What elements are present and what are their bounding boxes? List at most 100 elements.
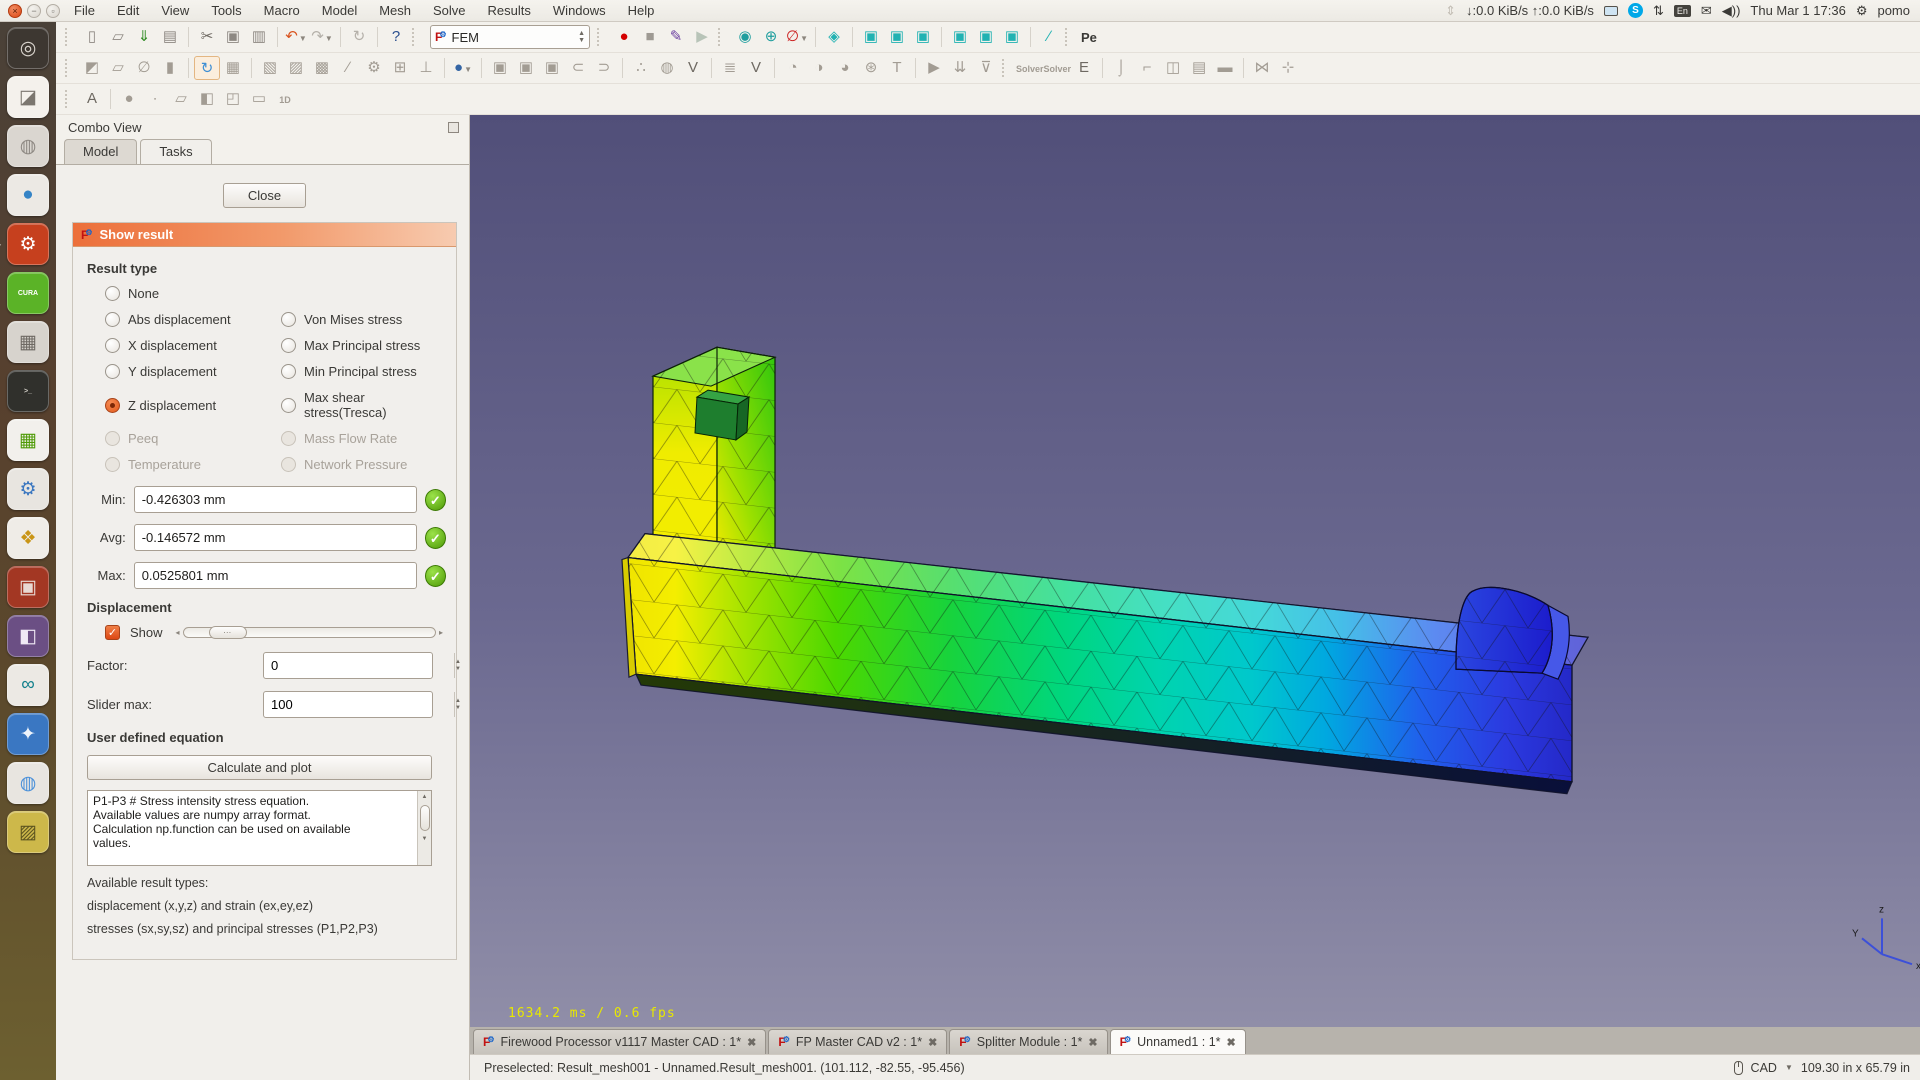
radio-min-principal[interactable]: Min Principal stress — [281, 364, 446, 379]
mouse-nav-icon[interactable] — [1734, 1061, 1743, 1075]
tab-close-icon[interactable]: ✖ — [928, 1036, 937, 1049]
window-maximize-icon[interactable]: ▫ — [46, 4, 60, 18]
tab-close-icon[interactable]: ✖ — [1088, 1036, 1097, 1049]
radio-z-displacement[interactable]: Z displacement — [105, 390, 281, 420]
menu-mesh[interactable]: Mesh — [379, 3, 411, 18]
fem-tx-icon[interactable]: T — [884, 56, 910, 80]
mesh-clip-icon[interactable]: ◫ — [1160, 56, 1186, 80]
fem-clipping-icon[interactable]: ∅ — [131, 56, 157, 80]
slider-left-arrow-icon[interactable]: ◂ — [173, 628, 183, 637]
scroll-thumb[interactable] — [420, 805, 430, 831]
slider-max-value-input[interactable] — [264, 692, 454, 717]
box-stack-icon[interactable]: ◰ — [220, 87, 246, 111]
3d-viewport[interactable]: z Y x 1634.2 ms / 0.6 fps — [470, 115, 1920, 1027]
fem-node-set-icon[interactable]: ∴ — [628, 56, 654, 80]
equation-scrollbar[interactable]: ▲ ▼ — [417, 791, 431, 865]
axis-1d-icon[interactable]: 1D — [272, 87, 298, 111]
launcher-spreadsheet[interactable]: ▦ — [7, 419, 49, 461]
factor-value-input[interactable] — [264, 653, 454, 678]
fem-vonmises-icon[interactable]: V — [680, 56, 706, 80]
network-monitor-icon[interactable] — [1604, 6, 1618, 16]
launcher-blue-tool[interactable]: ✦ — [7, 713, 49, 755]
box-primitive-icon[interactable]: ◧ — [194, 87, 220, 111]
calculate-and-plot-button[interactable]: Calculate and plot — [87, 755, 432, 780]
fem-sphere-icon[interactable]: ●▼ — [450, 56, 476, 80]
view-axonometric-icon[interactable]: ◈ — [821, 25, 847, 49]
fem-mesh-region-icon[interactable]: ◍ — [654, 56, 680, 80]
equation-textarea[interactable]: P1-P3 # Stress intensity stress equation… — [88, 791, 417, 865]
min-value-field[interactable] — [134, 486, 417, 513]
menu-results[interactable]: Results — [488, 3, 531, 18]
open-file-icon[interactable]: ▱ — [105, 25, 131, 49]
radio-von-mises[interactable]: Von Mises stress — [281, 312, 446, 327]
menu-model[interactable]: Model — [322, 3, 357, 18]
mail-icon[interactable]: ✉ — [1701, 3, 1712, 19]
slider-max-spin-arrows-icon[interactable]: ▲▼ — [454, 692, 461, 717]
thermometer-icon[interactable]: ⌡ — [1108, 56, 1134, 80]
view-right-icon[interactable]: ▣ — [910, 25, 936, 49]
elmer-icon[interactable]: E — [1071, 56, 1097, 80]
extra-b-icon[interactable]: ⊹ — [1275, 56, 1301, 80]
fem-solid-icon[interactable]: ▮ — [157, 56, 183, 80]
solver-1-icon[interactable]: Solver — [1016, 56, 1044, 80]
radio-y-displacement[interactable]: Y displacement — [105, 364, 281, 379]
clipping-icon[interactable]: ∅▼ — [784, 25, 810, 49]
zoom-in-icon[interactable]: ⊕ — [758, 25, 784, 49]
paste-icon[interactable]: ▥ — [246, 25, 272, 49]
zoom-region-icon[interactable]: ◉ — [732, 25, 758, 49]
launcher-cura[interactable]: CURA — [7, 272, 49, 314]
clock[interactable]: Thu Mar 1 17:36 — [1750, 3, 1845, 18]
view-top-icon[interactable]: ▣ — [884, 25, 910, 49]
fem-group-icon[interactable]: ⊛ — [858, 56, 884, 80]
new-file-icon[interactable]: ▯ — [79, 25, 105, 49]
macro-edit-icon[interactable]: ✎ — [663, 25, 689, 49]
keyboard-layout-indicator[interactable]: En — [1674, 5, 1691, 17]
point-primitive-icon[interactable]: ∙ — [142, 87, 168, 111]
tab-close-icon[interactable]: ✖ — [747, 1036, 756, 1049]
macro-stop-icon[interactable]: ■ — [637, 25, 663, 49]
fem-mesh-cube-a-icon[interactable]: ▣ — [487, 56, 513, 80]
nav-style-caret-icon[interactable]: ▼ — [1785, 1063, 1793, 1072]
menu-help[interactable]: Help — [628, 3, 655, 18]
slider-handle[interactable]: ⋯ — [209, 626, 247, 639]
fem-pipeline-icon[interactable]: ▶ — [921, 56, 947, 80]
show-displacement-checkbox[interactable]: ✓ — [105, 625, 120, 640]
fem-mesh-box-2-icon[interactable]: ▨ — [283, 56, 309, 80]
fem-mesh-box-3-icon[interactable]: ▩ — [309, 56, 335, 80]
session-gear-icon[interactable]: ⚙ — [1856, 3, 1868, 19]
cut-icon[interactable]: ✂ — [194, 25, 220, 49]
menu-edit[interactable]: Edit — [117, 3, 139, 18]
flat-box-icon[interactable]: ▭ — [246, 87, 272, 111]
print-icon[interactable]: ▤ — [157, 25, 183, 49]
extra-a-icon[interactable]: ⋈ — [1249, 56, 1275, 80]
scroll-up-icon[interactable]: ▲ — [422, 791, 428, 803]
bent-beam-icon[interactable]: ⌐ — [1134, 56, 1160, 80]
launcher-misc-tool[interactable]: ▨ — [7, 811, 49, 853]
slider-max-spinbox[interactable]: ▲▼ — [263, 691, 433, 718]
menu-windows[interactable]: Windows — [553, 3, 606, 18]
fem-equation-icon[interactable]: ≣ — [717, 56, 743, 80]
sync-arrows-icon[interactable]: ⇅ — [1653, 3, 1664, 19]
menu-file[interactable]: File — [74, 3, 95, 18]
fem-analysis-icon[interactable]: ◩ — [79, 56, 105, 80]
panel-float-icon[interactable] — [448, 122, 459, 133]
doc-tab-unnamed1[interactable]: F⚙ Unnamed1 : 1* ✖ — [1110, 1029, 1246, 1054]
measure-icon[interactable]: ∕ — [1036, 25, 1062, 49]
launcher-purple-tool[interactable]: ◧ — [7, 615, 49, 657]
tab-tasks[interactable]: Tasks — [140, 139, 211, 164]
launcher-browser[interactable]: ● — [7, 174, 49, 216]
undo-icon[interactable]: ↶▼ — [283, 25, 309, 49]
menu-macro[interactable]: Macro — [264, 3, 300, 18]
fem-result-a-icon[interactable]: ◔ — [780, 56, 806, 80]
fem-mesh-grid-icon[interactable]: ▦ — [220, 56, 246, 80]
radio-max-shear[interactable]: Max shear stress(Tresca) — [281, 390, 446, 420]
fem-result-c-icon[interactable]: ◕ — [832, 56, 858, 80]
face-primitive-icon[interactable]: ▱ — [168, 87, 194, 111]
launcher-disk-utility[interactable]: ◍ — [7, 125, 49, 167]
radio-x-displacement[interactable]: X displacement — [105, 338, 281, 353]
fem-fixed-icon[interactable]: ⊥ — [413, 56, 439, 80]
save-icon[interactable]: ⇓ — [131, 25, 157, 49]
fem-constraint-icon[interactable]: ⊞ — [387, 56, 413, 80]
skype-icon[interactable]: S — [1628, 3, 1643, 18]
launcher-red-tool[interactable]: ▣ — [7, 566, 49, 608]
